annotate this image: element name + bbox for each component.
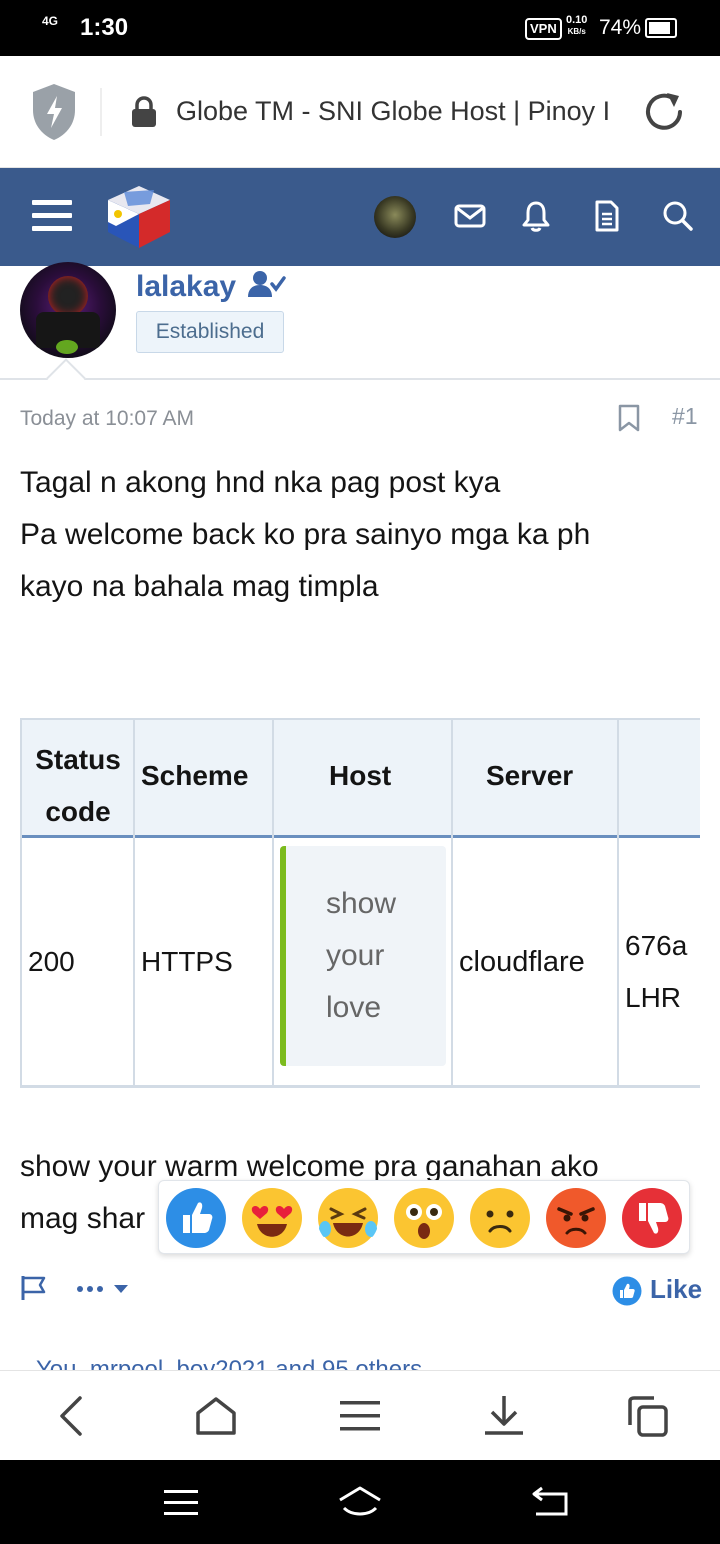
report-flag-icon[interactable] — [20, 1274, 48, 1302]
spoiler-word: show — [326, 887, 397, 920]
post-line: Pa welcome back ko pra sainyo mga ka ph — [20, 518, 591, 551]
system-back-icon[interactable] — [530, 1486, 570, 1518]
verified-user-icon — [248, 271, 287, 297]
post-line: kayo na bahala mag timpla — [20, 570, 379, 603]
th-host: Host — [329, 760, 392, 791]
reaction-like-icon[interactable] — [165, 1187, 227, 1249]
battery-percent: 74% — [599, 16, 642, 39]
download-icon[interactable] — [482, 1393, 526, 1437]
more-options-icon[interactable] — [76, 1282, 132, 1296]
th-status: Status code — [28, 734, 128, 838]
reaction-picker — [158, 1180, 690, 1254]
reload-icon[interactable] — [640, 88, 688, 136]
th-scheme: Scheme — [141, 760, 249, 791]
td-status: 200 — [28, 946, 75, 977]
author-name[interactable]: lalakay — [136, 270, 287, 304]
bell-icon[interactable] — [522, 200, 550, 232]
reaction-love-icon[interactable] — [241, 1187, 303, 1249]
reaction-angry-icon[interactable] — [545, 1187, 607, 1249]
url-title[interactable]: Globe TM - SNI Globe Host | Pinoy I — [176, 96, 616, 127]
td-extra-line2: LHR — [625, 982, 682, 1013]
td-extra-line1: 676a — [625, 930, 688, 961]
shield-icon[interactable] — [30, 82, 78, 142]
battery-icon — [645, 18, 677, 38]
post-divider — [0, 378, 720, 380]
network-speed: 0.10 KB/s — [566, 15, 587, 37]
host-spoiler[interactable]: show your love — [280, 846, 446, 1066]
spoiler-word: your — [326, 939, 385, 972]
td-server: cloudflare — [459, 946, 585, 978]
like-button[interactable]: Like — [650, 1274, 702, 1305]
reaction-sad-icon[interactable] — [469, 1187, 531, 1249]
reaction-dislike-icon[interactable] — [621, 1187, 683, 1249]
author-avatar[interactable] — [20, 262, 116, 358]
browser-url-bar: Globe TM - SNI Globe Host | Pinoy I — [0, 56, 720, 168]
reaction-haha-icon[interactable] — [317, 1187, 379, 1249]
speed-unit: KB/s — [567, 27, 586, 36]
author-name-text[interactable]: lalakay — [136, 270, 236, 303]
post-number[interactable]: #1 — [672, 403, 698, 430]
envelope-icon[interactable] — [454, 202, 486, 230]
bookmark-icon[interactable] — [618, 404, 640, 432]
post-timestamp[interactable]: Today at 10:07 AM — [20, 407, 194, 431]
system-nav-bar — [0, 1460, 720, 1544]
site-logo[interactable] — [104, 182, 174, 252]
forum-header — [0, 168, 720, 266]
th-status-line1: Status — [35, 744, 121, 775]
td-extra: 676a LHR — [625, 920, 687, 1024]
url-divider — [100, 88, 102, 136]
post-arrow — [46, 358, 86, 398]
menu-lines-icon[interactable] — [338, 1399, 382, 1433]
browser-bottom-nav — [0, 1370, 720, 1460]
th-status-line2: code — [45, 796, 111, 827]
tabs-icon[interactable] — [626, 1395, 670, 1439]
document-icon[interactable] — [594, 200, 620, 232]
post-line: mag shar — [20, 1202, 146, 1235]
spoiler-word: love — [326, 991, 382, 1024]
back-icon[interactable] — [56, 1395, 86, 1437]
post-line: Tagal n akong hnd nka pag post kya — [20, 466, 501, 499]
th-server: Server — [486, 760, 574, 791]
speed-value: 0.10 — [566, 14, 588, 26]
menu-icon[interactable] — [32, 199, 72, 233]
recent-apps-icon[interactable] — [162, 1488, 200, 1518]
search-icon[interactable] — [662, 200, 694, 232]
home-icon[interactable] — [194, 1395, 238, 1437]
user-title-badge: Established — [136, 311, 284, 353]
post-line: show your warm welcome pra ganahan ako — [20, 1150, 599, 1183]
result-table: Status code Scheme Host Server 200 HTTPS… — [20, 718, 700, 1088]
vpn-badge: VPN — [525, 18, 562, 40]
reaction-wow-icon[interactable] — [393, 1187, 455, 1249]
like-icon[interactable] — [612, 1276, 642, 1306]
system-home-icon[interactable] — [336, 1484, 384, 1518]
user-avatar[interactable] — [374, 196, 416, 238]
td-scheme: HTTPS — [141, 946, 233, 977]
signal-indicator: 4G — [42, 14, 59, 28]
clock: 1:30 — [80, 14, 129, 41]
status-bar: 4G 1:30 VPN 0.10 KB/s 74% — [0, 0, 720, 56]
lock-icon — [132, 96, 156, 127]
